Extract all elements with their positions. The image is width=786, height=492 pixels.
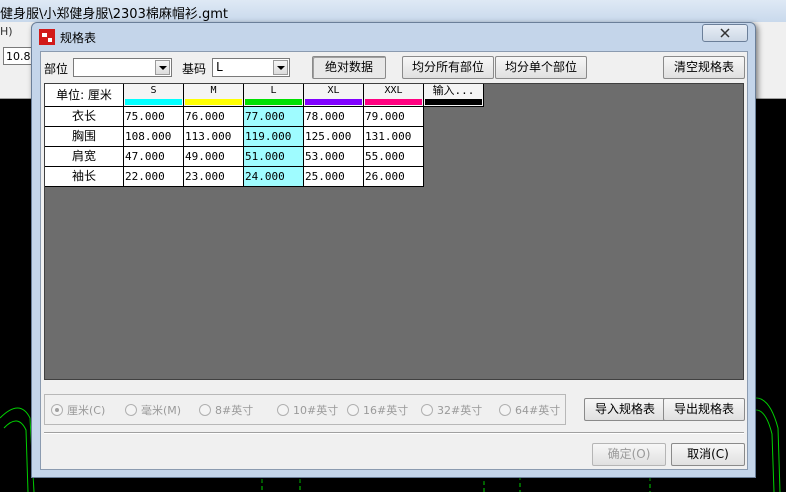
unit-header: 单位: 厘米	[45, 84, 124, 107]
unit-radio-label: 10#英寸	[293, 404, 339, 417]
size-column-header[interactable]: XXL	[364, 84, 424, 107]
part-combobox[interactable]	[73, 58, 172, 77]
size-color-swatch	[305, 99, 362, 105]
divider	[44, 432, 744, 434]
base-size-combobox[interactable]: L	[212, 58, 290, 77]
pattern-line-right-inner	[755, 409, 775, 492]
cancel-button[interactable]: 取消(C)	[671, 443, 745, 466]
distribute-all-parts-button[interactable]: 均分所有部位	[402, 56, 494, 79]
base-size-value: L	[216, 60, 224, 74]
unit-radio[interactable]	[347, 404, 359, 416]
import-size-table-button[interactable]: 导入规格表	[584, 398, 666, 421]
size-column-header[interactable]: L	[244, 84, 304, 107]
absolute-data-toggle[interactable]: 绝对数据	[312, 56, 386, 79]
export-size-table-button[interactable]: 导出规格表	[663, 398, 745, 421]
part-row-header[interactable]: 胸围	[45, 127, 124, 147]
size-value-cell[interactable]: 24.000	[244, 167, 304, 187]
unit-radio[interactable]	[51, 404, 63, 416]
size-value-cell[interactable]: 53.000	[304, 147, 364, 167]
chevron-down-icon[interactable]	[273, 60, 288, 75]
chevron-down-icon[interactable]	[155, 60, 170, 75]
part-label: 部位	[44, 62, 69, 76]
size-color-swatch	[125, 99, 182, 105]
app-menu-help-fragment[interactable]: H)	[0, 25, 13, 38]
dialog-client: 部位 基码 L 绝对数据 均分所有部位 均分单个部位 清空规格表 单位: 厘米 …	[40, 51, 748, 470]
size-value-cell[interactable]: 75.000	[124, 107, 184, 127]
size-name: L	[270, 85, 277, 96]
dialog-title: 规格表	[60, 31, 97, 45]
size-value-cell[interactable]: 131.000	[364, 127, 424, 147]
app-toolbar-value-field[interactable]: 10.8	[3, 47, 33, 65]
size-column-header[interactable]: S	[124, 84, 184, 107]
unit-radio[interactable]	[499, 404, 511, 416]
unit-radio-label: 毫米(M)	[141, 404, 182, 417]
size-value-cell[interactable]: 113.000	[184, 127, 244, 147]
size-name: M	[210, 85, 217, 96]
size-value-cell[interactable]: 55.000	[364, 147, 424, 167]
app-titlebar: 健身服\小郑健身服\2303棉麻帽衫.gmt	[0, 0, 786, 23]
part-row-header[interactable]: 肩宽	[45, 147, 124, 167]
size-value-cell[interactable]: 108.000	[124, 127, 184, 147]
size-name: XXL	[384, 85, 403, 96]
size-color-swatch	[365, 99, 422, 105]
size-value-cell[interactable]: 25.000	[304, 167, 364, 187]
clear-size-table-button[interactable]: 清空规格表	[663, 56, 745, 79]
close-button[interactable]	[702, 24, 748, 42]
size-name: S	[150, 85, 157, 96]
unit-radio-label: 8#英寸	[215, 404, 254, 417]
size-value-cell[interactable]: 23.000	[184, 167, 244, 187]
unit-radio-label: 32#英寸	[437, 404, 483, 417]
size-color-swatch	[245, 99, 302, 105]
ok-button[interactable]: 确定(O)	[592, 443, 666, 466]
unit-radio[interactable]	[199, 404, 211, 416]
part-row-header[interactable]: 衣长	[45, 107, 124, 127]
pattern-line-left-inner	[3, 420, 29, 492]
size-value-cell[interactable]: 76.000	[184, 107, 244, 127]
app-title: 健身服\小郑健身服\2303棉麻帽衫.gmt	[0, 7, 228, 22]
dialog-titlebar[interactable]: 规格表	[32, 23, 755, 51]
input-size-header[interactable]: 输入...	[424, 84, 484, 107]
pattern-line-right	[755, 397, 781, 492]
part-row-header[interactable]: 袖长	[45, 167, 124, 187]
unit-radio-group: 厘米(C) 毫米(M) 8#英寸 10#英寸 16#英寸 32#英寸 64#英寸	[44, 394, 566, 425]
input-size-color-swatch	[425, 99, 482, 105]
size-value-cell[interactable]: 26.000	[364, 167, 424, 187]
size-value-cell[interactable]: 49.000	[184, 147, 244, 167]
unit-radio-label: 64#英寸	[515, 404, 561, 417]
size-value-cell[interactable]: 78.000	[304, 107, 364, 127]
size-column-header[interactable]: M	[184, 84, 244, 107]
unit-radio[interactable]	[125, 404, 137, 416]
size-value-cell[interactable]: 79.000	[364, 107, 424, 127]
size-value-cell[interactable]: 51.000	[244, 147, 304, 167]
distribute-single-part-button[interactable]: 均分单个部位	[495, 56, 587, 79]
size-grid: 单位: 厘米 S M L XL XXL 输入... 衣长 75.000 76.000 77.000…	[44, 83, 744, 380]
size-table-icon	[39, 29, 55, 45]
size-name: XL	[327, 85, 340, 96]
size-value-cell[interactable]: 47.000	[124, 147, 184, 167]
unit-radio[interactable]	[277, 404, 289, 416]
size-value-cell[interactable]: 119.000	[244, 127, 304, 147]
size-value-cell[interactable]: 77.000	[244, 107, 304, 127]
size-table-dialog: 规格表 部位 基码 L 绝对数据 均分所有部位 均分单个部位 清空规格表 单位:…	[31, 22, 756, 478]
unit-radio-label: 16#英寸	[363, 404, 409, 417]
size-value-cell[interactable]: 125.000	[304, 127, 364, 147]
input-size-label: 输入...	[432, 84, 475, 97]
unit-radio-label: 厘米(C)	[67, 404, 106, 417]
size-color-swatch	[185, 99, 242, 105]
size-column-header[interactable]: XL	[304, 84, 364, 107]
close-icon	[720, 28, 730, 38]
unit-radio[interactable]	[421, 404, 433, 416]
base-size-label: 基码	[182, 62, 207, 76]
size-value-cell[interactable]: 22.000	[124, 167, 184, 187]
